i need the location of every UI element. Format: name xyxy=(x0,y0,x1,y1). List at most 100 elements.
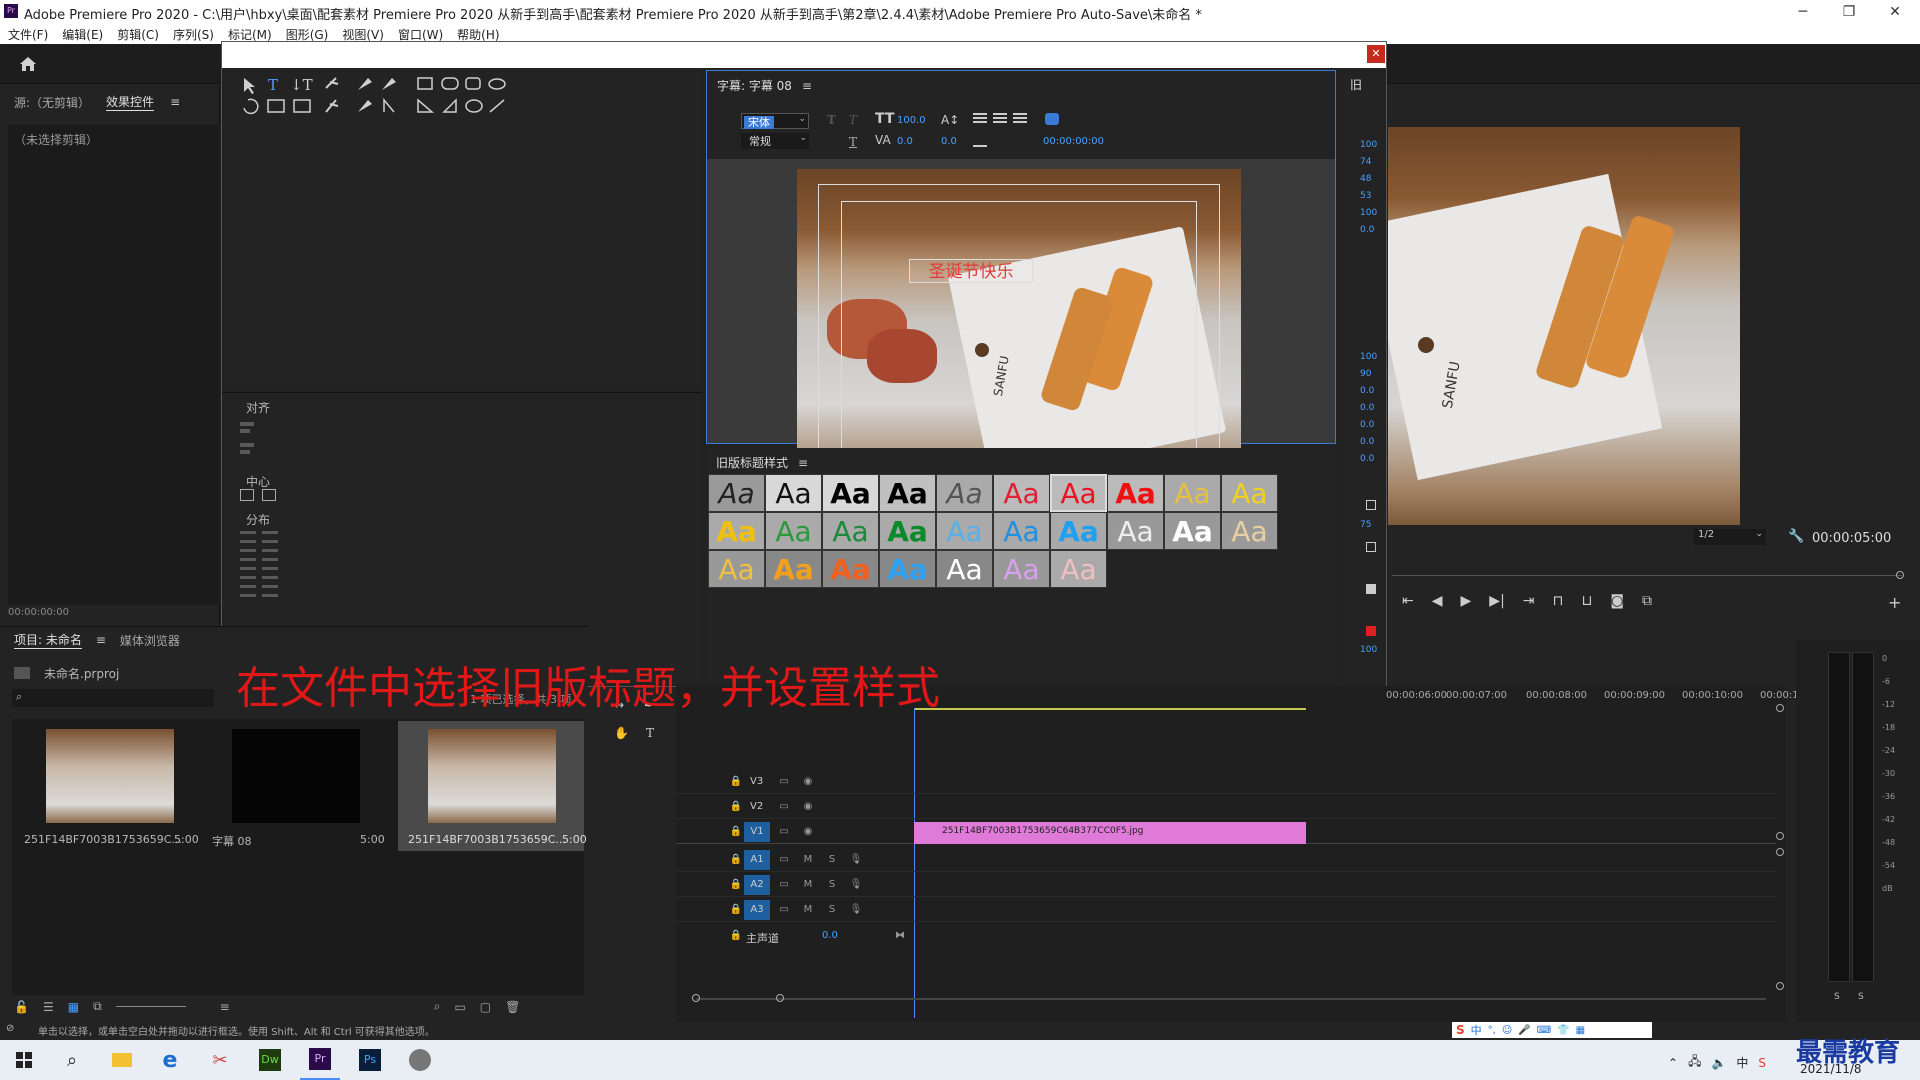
style-swatch[interactable]: Aa xyxy=(879,474,936,512)
camera-icon[interactable]: ◙ xyxy=(1610,593,1624,609)
project-search-input[interactable]: ⌕ xyxy=(12,689,214,707)
volume-icon[interactable]: 🔈 xyxy=(1711,1056,1726,1070)
track-name[interactable]: A3 xyxy=(744,900,770,920)
find-icon[interactable]: ⌕ xyxy=(434,999,441,1014)
go-to-end-icon[interactable]: ⧓ xyxy=(892,928,908,944)
step-back-icon[interactable]: ◀ xyxy=(1432,593,1443,609)
new-bin-icon[interactable]: ▭ xyxy=(454,1000,465,1014)
property-value[interactable]: 100 xyxy=(1360,352,1377,362)
kerning-value[interactable]: 0.0 xyxy=(897,136,913,147)
close-window-button[interactable]: ✕ xyxy=(1872,0,1918,24)
extract-icon[interactable]: ⊔ xyxy=(1581,593,1592,609)
lock-icon[interactable]: 🔒 xyxy=(728,877,744,893)
property-value[interactable]: 0.0 xyxy=(1360,386,1377,396)
compare-icon[interactable]: ⧉ xyxy=(1642,593,1652,609)
style-swatch[interactable]: Aa xyxy=(1050,550,1107,588)
color-swatch[interactable] xyxy=(1366,626,1376,636)
style-swatch[interactable]: Aa xyxy=(765,512,822,550)
solo-button[interactable]: S xyxy=(824,902,840,918)
italic-icon[interactable]: T xyxy=(849,113,857,127)
mark-out-icon[interactable]: ⇥ xyxy=(1523,593,1535,609)
property-checkbox[interactable] xyxy=(1366,500,1376,510)
property-checkbox[interactable] xyxy=(1366,542,1376,552)
track-name[interactable]: V2 xyxy=(750,801,763,812)
menu-sequence[interactable]: 序列(S) xyxy=(173,26,214,43)
property-value[interactable]: 0.0 xyxy=(1360,437,1377,447)
menu-graphics[interactable]: 图形(G) xyxy=(286,26,329,43)
lock-icon[interactable]: 🔒 xyxy=(728,799,744,815)
menu-clip[interactable]: 剪辑(C) xyxy=(117,26,159,43)
work-area-bar[interactable] xyxy=(914,708,1306,710)
skin-icon[interactable]: 👕 xyxy=(1557,1025,1569,1036)
solo-right-button[interactable]: S xyxy=(1858,992,1864,1002)
program-scale-dropdown[interactable]: 1/2 ⌄ xyxy=(1694,529,1766,545)
vertical-scroll-handle[interactable] xyxy=(1776,832,1784,840)
mic-icon[interactable]: 🎤 xyxy=(1518,1025,1530,1036)
mark-in-icon[interactable]: ⇤ xyxy=(1402,593,1414,609)
sync-icon[interactable]: ▭ xyxy=(776,799,792,815)
step-forward-icon[interactable]: ▶| xyxy=(1489,593,1504,609)
style-swatch[interactable]: Aa xyxy=(765,474,822,512)
sync-icon[interactable]: ▭ xyxy=(776,824,792,840)
style-swatch[interactable]: Aa xyxy=(765,550,822,588)
zoom-slider[interactable] xyxy=(115,1006,186,1007)
keyboard-icon[interactable]: ⌨ xyxy=(1537,1025,1551,1036)
panel-menu-icon[interactable]: ≡ xyxy=(798,456,808,470)
track-name[interactable]: A2 xyxy=(744,875,770,895)
center-horizontal-icon[interactable] xyxy=(240,489,254,501)
title-canvas[interactable]: SANFU 圣诞节快乐 xyxy=(707,159,1335,505)
sort-icon[interactable]: ≡ xyxy=(220,1000,230,1014)
edge-icon[interactable]: e xyxy=(150,1040,190,1080)
add-button-icon[interactable]: + xyxy=(1888,593,1901,612)
solo-button[interactable]: S xyxy=(824,877,840,893)
panel-menu-icon[interactable]: ≡ xyxy=(96,633,106,647)
eye-icon[interactable]: ◉ xyxy=(800,774,816,790)
icon-view-icon[interactable]: ▦ xyxy=(68,1000,79,1014)
list-view-icon[interactable]: ☰ xyxy=(43,1000,54,1014)
property-value[interactable]: 75 xyxy=(1360,520,1371,530)
premiere-taskbar-icon[interactable]: Pr xyxy=(300,1040,340,1080)
menu-view[interactable]: 视图(V) xyxy=(342,26,384,43)
sample-title-text[interactable]: 圣诞节快乐 xyxy=(909,259,1033,283)
property-value[interactable]: 100 xyxy=(1360,208,1377,218)
new-item-icon[interactable]: ▢ xyxy=(480,1000,491,1014)
style-swatch[interactable]: Aa xyxy=(708,512,765,550)
master-value[interactable]: 0.0 xyxy=(822,930,838,941)
lock-icon[interactable]: 🔒 xyxy=(728,824,744,840)
tab-project[interactable]: 项目: 未命名 xyxy=(14,631,82,649)
home-icon[interactable] xyxy=(18,54,38,74)
scroll-handle-left[interactable] xyxy=(692,994,700,1002)
mic-icon[interactable]: 🎙 xyxy=(848,902,864,918)
menu-window[interactable]: 窗口(W) xyxy=(398,26,443,43)
eye-icon[interactable]: ◉ xyxy=(800,824,816,840)
network-icon[interactable]: 🖧 xyxy=(1688,1052,1701,1073)
style-swatch[interactable]: Aa xyxy=(822,512,879,550)
style-swatch[interactable]: Aa xyxy=(1164,474,1221,512)
lock-icon[interactable]: 🔓 xyxy=(14,1000,29,1014)
track-name[interactable]: A1 xyxy=(744,850,770,870)
timeline-scrollbar[interactable] xyxy=(696,998,1766,1000)
leading-value[interactable]: 0.0 xyxy=(941,136,957,147)
style-swatch[interactable]: Aa xyxy=(936,550,993,588)
project-item[interactable]: 251F14BF7003B1753659C... 5:00 xyxy=(14,721,202,851)
style-swatch[interactable]: Aa xyxy=(936,474,993,512)
sogou-icon[interactable]: S xyxy=(1456,1023,1465,1037)
mute-button[interactable]: M xyxy=(800,902,816,918)
vertical-scroll-handle[interactable] xyxy=(1776,704,1784,712)
app-icon[interactable] xyxy=(400,1040,440,1080)
style-swatch[interactable]: Aa xyxy=(879,512,936,550)
sync-icon[interactable]: ▭ xyxy=(776,774,792,790)
panel-menu-icon[interactable]: ≡ xyxy=(170,95,180,109)
style-swatch[interactable]: Aa xyxy=(993,512,1050,550)
lock-icon[interactable]: 🔒 xyxy=(728,928,744,944)
style-swatch[interactable]: Aa xyxy=(1050,474,1107,512)
photoshop-icon[interactable]: Ps xyxy=(350,1040,390,1080)
lock-icon[interactable]: 🔒 xyxy=(728,774,744,790)
trash-icon[interactable]: 🗑 xyxy=(505,1000,520,1014)
minimize-button[interactable]: ─ xyxy=(1780,0,1826,24)
style-swatch[interactable]: Aa xyxy=(936,512,993,550)
sync-icon[interactable]: ▭ xyxy=(776,877,792,893)
style-swatch[interactable]: Aa xyxy=(1221,474,1278,512)
property-value[interactable]: 0.0 xyxy=(1360,225,1377,235)
align-left-icon[interactable] xyxy=(973,113,987,125)
